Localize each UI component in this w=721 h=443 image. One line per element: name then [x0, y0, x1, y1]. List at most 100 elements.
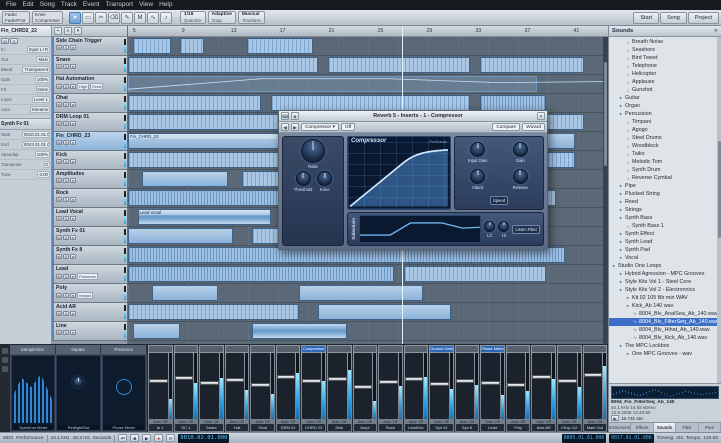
menu-transport[interactable]: Transport: [103, 0, 137, 10]
browser-item[interactable]: ♪ Steel Drums: [609, 134, 717, 142]
audio-clip[interactable]: [128, 228, 233, 244]
menu-edit[interactable]: Edit: [19, 0, 36, 10]
track-header[interactable]: Synth Fx 01 M S ●: [52, 227, 127, 246]
instrument-chip[interactable]: Impact: [77, 292, 94, 299]
rack-tab-impact[interactable]: Impact: [55, 345, 102, 354]
solo-button[interactable]: S: [10, 38, 18, 44]
audio-clip[interactable]: [479, 57, 584, 73]
record-arm-button[interactable]: ●: [70, 102, 76, 107]
dist-knob[interactable]: [72, 376, 84, 388]
inspector-value[interactable]: None: [35, 86, 50, 93]
channel-fader[interactable]: [174, 353, 194, 419]
browser-item[interactable]: ▸ Kick_Ab 140 wav: [609, 302, 717, 310]
fader-handle[interactable]: [532, 375, 551, 380]
mute-button[interactable]: M: [56, 216, 62, 221]
audio-clip[interactable]: [318, 304, 451, 320]
channel-fader[interactable]: [200, 353, 219, 419]
fader-handle[interactable]: [404, 377, 424, 382]
channel-fader[interactable]: [302, 353, 321, 419]
wizard-button[interactable]: Wizard: [522, 123, 545, 131]
preset-next-button[interactable]: ▶: [291, 123, 299, 131]
browser-item[interactable]: ▸ Synth Effect: [609, 230, 717, 238]
mute-button[interactable]: M: [56, 45, 62, 50]
audio-clip[interactable]: [251, 323, 347, 339]
channel-fader[interactable]: [404, 353, 424, 419]
browser-tab-instruments[interactable]: Instruments: [609, 423, 632, 432]
loop-button[interactable]: ⟳: [166, 434, 176, 442]
browser-item[interactable]: ∿ 8004_Blv_Hihat_Ab_140.wav: [609, 326, 717, 334]
record-arm-button[interactable]: ●: [70, 159, 76, 164]
browser-item[interactable]: ∿ 8004_Blv_Kick_Ab_140.wav: [609, 334, 717, 342]
inspector-value[interactable]: 0: [43, 161, 50, 168]
plugin-title-bar[interactable]: ⌨ ◈ Reverb 5 - Inserts - 1 - Compressor …: [279, 111, 547, 122]
record-arm-button[interactable]: ●: [70, 330, 76, 335]
bend-tool[interactable]: ∿: [147, 11, 160, 24]
browser-item[interactable]: ▸ Synth Lead: [609, 238, 717, 246]
channel-fader[interactable]: [251, 353, 270, 419]
mixer-channel[interactable]: Auto: Off Hat: [224, 345, 251, 432]
menu-help[interactable]: Help: [156, 0, 175, 10]
channel-fader[interactable]: [225, 353, 245, 419]
browser-scrollbar[interactable]: [717, 37, 721, 383]
browser-item[interactable]: ▸ Guitar: [609, 94, 717, 102]
browser-close-icon[interactable]: ✕: [714, 28, 718, 34]
solo-button[interactable]: S: [63, 84, 69, 89]
fader-handle[interactable]: [200, 380, 219, 385]
plugin-window-compressor[interactable]: ⌨ ◈ Reverb 5 - Inserts - 1 - Compressor …: [278, 110, 548, 250]
track-chip[interactable]: Feed: [90, 83, 104, 90]
browser-item[interactable]: ♪ Melodic Tom: [609, 158, 717, 166]
browser-item[interactable]: ♪ Taiko: [609, 150, 717, 158]
solo-button[interactable]: S: [63, 330, 69, 335]
record-arm-button[interactable]: ●: [70, 274, 76, 279]
mute-button[interactable]: M: [56, 330, 62, 335]
solo-button[interactable]: S: [63, 140, 69, 145]
sidechain-hi-knob[interactable]: [498, 220, 510, 232]
solo-button[interactable]: S: [63, 159, 69, 164]
tempo-value[interactable]: 140.00: [703, 436, 718, 441]
browser-item[interactable]: ▸ Style Kits Vol 2 - Electronnics: [609, 286, 717, 294]
channel-fader[interactable]: [558, 353, 577, 419]
device-display[interactable]: RedlightDist: [56, 355, 101, 431]
browser-item[interactable]: ▸ Style Kits Vol 1 - Steel Core: [609, 278, 717, 286]
track-header[interactable]: Side Chain Trigger M S ●: [52, 37, 127, 56]
toolbar-mode-box[interactable]: Musical Timebase: [237, 11, 265, 24]
selection-end[interactable]: 0017.01.01.000: [609, 433, 654, 443]
audio-clip[interactable]: [128, 266, 394, 282]
browser-item[interactable]: ▸ Synth Bass: [609, 214, 717, 222]
mute-button[interactable]: M: [56, 311, 62, 316]
channel-fader[interactable]: [583, 353, 603, 419]
browser-item[interactable]: ▸ Pipe: [609, 182, 717, 190]
playhead-position[interactable]: 0010.02.01.000: [178, 433, 230, 443]
rack-tab-sampleone[interactable]: SampleOne: [10, 345, 56, 354]
gain-knob[interactable]: [512, 141, 528, 157]
record-arm-button[interactable]: ●: [70, 216, 76, 221]
mixer-channel[interactable]: Auto: Off SC 1: [173, 345, 200, 432]
mute-button[interactable]: M: [56, 102, 62, 107]
audio-clip[interactable]: [142, 171, 228, 187]
track-header[interactable]: Poly M S ● Impact: [52, 284, 127, 303]
record-arm-button[interactable]: ●: [70, 254, 76, 259]
knee-knob[interactable]: [317, 171, 333, 186]
mute-button[interactable]: M: [56, 293, 62, 298]
track-header[interactable]: Amplitudes M S ●: [52, 170, 127, 189]
browser-item[interactable]: ▸ Studio One Loops: [609, 262, 717, 270]
inspector-value[interactable]: Level 1: [31, 96, 50, 103]
fader-handle[interactable]: [583, 372, 603, 377]
audio-clip[interactable]: [246, 38, 314, 54]
track-header[interactable]: Hat Automation M S ● High Feed: [52, 75, 127, 94]
mute-button[interactable]: M: [56, 121, 62, 126]
instrument-chip[interactable]: Presence: [77, 273, 98, 280]
track-chip[interactable]: High: [77, 83, 90, 90]
mute-tool[interactable]: M: [134, 11, 147, 24]
browser-item[interactable]: ▸ Percussion: [609, 110, 717, 118]
device-display[interactable]: Phase Meter: [101, 355, 146, 431]
plugin-keyboard-icon[interactable]: ⌨: [281, 112, 289, 120]
browser-tab-effects[interactable]: Effects: [631, 423, 654, 432]
fader-handle[interactable]: [174, 376, 194, 381]
track-header[interactable]: Ohat M S ●: [52, 94, 127, 113]
track-header[interactable]: Kick M S ●: [52, 151, 127, 170]
mute-button[interactable]: M: [56, 254, 62, 259]
browser-item[interactable]: ∿ 8004_Blv_FilterSeq_Ab_140.wav: [609, 318, 717, 326]
control-link-display[interactable]: Knee Compressor: [32, 11, 64, 24]
paint-tool[interactable]: ✎: [121, 11, 134, 24]
